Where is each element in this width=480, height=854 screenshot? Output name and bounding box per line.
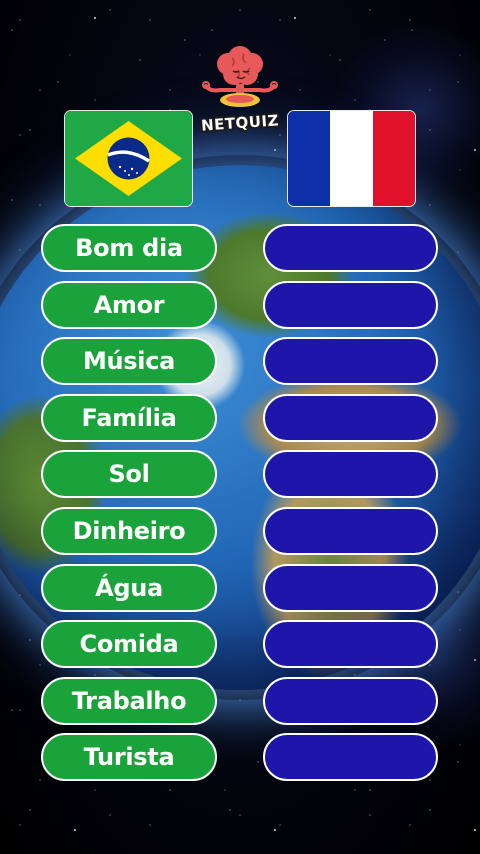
portuguese-word-pill: Água [41,563,217,612]
portuguese-word-pill: Comida [41,620,217,669]
portuguese-word-pill: Turista [41,733,217,782]
french-answer-pill [263,676,438,725]
portuguese-word-label: Trabalho [71,686,187,715]
portuguese-word-label: Sol [108,460,150,489]
quiz-screen: NETQUIZ Bom dia Amor Música Família Sol Dinhe… [0,0,480,854]
french-answer-pill [263,733,438,782]
word-pair-row: Música [0,337,480,386]
portuguese-word-pill: Dinheiro [41,507,217,555]
french-answer-pill [263,563,438,612]
portuguese-word-label: Bom dia [75,234,183,262]
portuguese-word-pill: Trabalho [41,676,217,725]
portuguese-word-label: Amor [93,290,165,319]
word-pair-row: Sol [0,450,480,499]
portuguese-word-label: Família [81,403,177,432]
word-pair-row: Água [0,563,480,612]
word-pair-row: Amor [0,280,480,329]
french-answer-pill [263,337,438,386]
portuguese-word-label: Dinheiro [72,517,186,545]
word-pair-row: Comida [0,620,480,669]
french-answer-pill [263,620,438,669]
portuguese-word-pill: Família [41,393,217,442]
portuguese-word-label: Água [95,573,163,602]
french-answer-pill [263,224,438,272]
french-answer-pill [263,280,438,329]
portuguese-word-pill: Bom dia [41,224,217,272]
word-pair-row: Dinheiro [0,507,480,555]
portuguese-word-pill: Sol [41,450,217,499]
portuguese-word-label: Comida [79,630,179,659]
france-flag-icon [288,111,415,206]
word-pair-row: Trabalho [0,676,480,725]
brazil-flag-icon [65,111,192,206]
french-answer-pill [263,393,438,442]
french-answer-pill [263,450,438,499]
french-answer-pill [263,507,438,555]
word-pair-row: Turista [0,733,480,782]
portuguese-word-label: Música [82,347,176,376]
meditating-brain-icon [202,46,278,107]
portuguese-word-pill: Música [41,337,217,386]
portuguese-word-pill: Amor [41,280,217,329]
word-pair-row: Família [0,393,480,442]
netquiz-logo: NETQUIZ [198,44,282,140]
word-pair-row: Bom dia [0,224,480,272]
portuguese-word-label: Turista [83,743,175,772]
